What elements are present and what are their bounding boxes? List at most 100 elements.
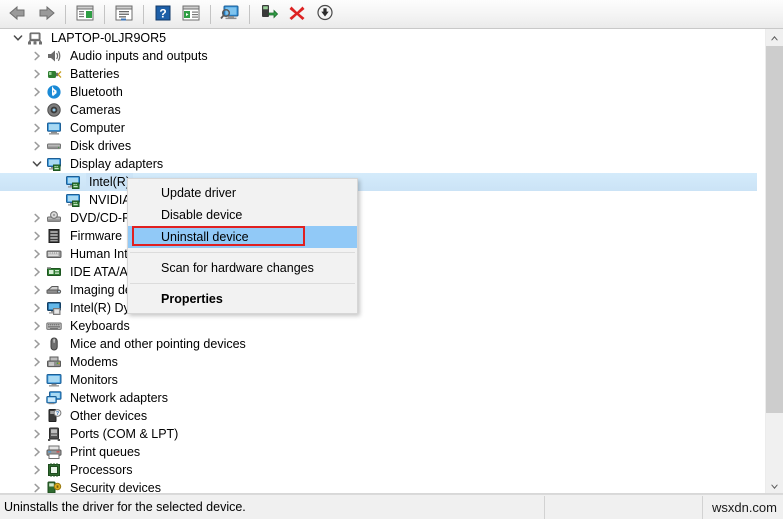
tree-item[interactable]: ? Other devices — [0, 407, 757, 425]
chevron-right-icon[interactable] — [29, 299, 45, 317]
scan-list-button[interactable] — [178, 2, 204, 26]
bluetooth-icon — [45, 83, 63, 101]
chevron-right-icon[interactable] — [29, 119, 45, 137]
tree-item-label: Cameras — [70, 103, 121, 117]
chevron-down-icon[interactable] — [29, 155, 45, 173]
status-bar: Uninstalls the driver for the selected d… — [0, 494, 783, 519]
chevron-right-icon[interactable] — [29, 263, 45, 281]
chevron-right-icon[interactable] — [29, 101, 45, 119]
back-arrow-icon — [8, 5, 28, 24]
chevron-down-icon — [770, 479, 779, 493]
menu-item-scan-for-hardware-changes[interactable]: Scan for hardware changes — [128, 257, 357, 279]
chevron-right-icon[interactable] — [29, 137, 45, 155]
tree-item[interactable]: Firmware — [0, 227, 757, 245]
menu-separator — [130, 252, 355, 253]
tree-item[interactable]: NVIDIA — [0, 191, 757, 209]
chevron-right-icon[interactable] — [29, 227, 45, 245]
console-tree-icon — [76, 5, 94, 24]
tree-item[interactable]: Audio inputs and outputs — [0, 47, 757, 65]
keyboard-icon — [45, 317, 63, 335]
tree-item[interactable]: Network adapters — [0, 389, 757, 407]
tree-item[interactable]: Keyboards — [0, 317, 757, 335]
chevron-right-icon[interactable] — [29, 317, 45, 335]
tree-item[interactable]: Batteries — [0, 65, 757, 83]
scroll-down-button[interactable] — [766, 477, 783, 494]
scroll-up-button[interactable] — [766, 29, 783, 46]
status-message: Uninstalls the driver for the selected d… — [4, 500, 246, 514]
chevron-right-icon[interactable] — [29, 47, 45, 65]
properties-button[interactable] — [111, 2, 137, 26]
tree-item-label: Bluetooth — [70, 85, 123, 99]
show-hide-console-tree-button[interactable] — [72, 2, 98, 26]
tree-item[interactable]: Ports (COM & LPT) — [0, 425, 757, 443]
tree-item[interactable]: Display adapters — [0, 155, 757, 173]
chevron-right-icon[interactable] — [29, 353, 45, 371]
tree-item[interactable]: Cameras — [0, 101, 757, 119]
tree-item[interactable]: Modems — [0, 353, 757, 371]
tree-item-label: LAPTOP-0LJR9OR5 — [51, 31, 167, 45]
display-adapter-icon — [45, 155, 63, 173]
tree-item[interactable]: IDE ATA/AT — [0, 263, 757, 281]
tree-item[interactable]: Print queues — [0, 443, 757, 461]
chevron-right-icon[interactable] — [29, 245, 45, 263]
tree-item-selected[interactable]: Intel(R) — [0, 173, 757, 191]
tree-item[interactable]: Imaging de — [0, 281, 757, 299]
tree-item[interactable]: DVD/CD-R — [0, 209, 757, 227]
tree-item[interactable]: Processors — [0, 461, 757, 479]
disable-device-button[interactable] — [312, 2, 338, 26]
monitor-icon — [45, 371, 63, 389]
tree-item[interactable]: Bluetooth — [0, 83, 757, 101]
menu-item-update-driver[interactable]: Update driver — [128, 182, 357, 204]
toolbar: ? — [0, 0, 783, 29]
menu-item-uninstall-device[interactable]: Uninstall device — [128, 226, 357, 248]
tree-item[interactable]: Mice and other pointing devices — [0, 335, 757, 353]
camera-icon — [45, 101, 63, 119]
help-button[interactable]: ? — [150, 2, 176, 26]
context-menu[interactable]: Update driver Disable device Uninstall dev… — [127, 178, 358, 314]
chevron-right-icon[interactable] — [29, 389, 45, 407]
chevron-right-icon[interactable] — [29, 209, 45, 227]
tree-item[interactable]: Disk drives — [0, 137, 757, 155]
tree-item[interactable]: Human Int — [0, 245, 757, 263]
tree-item[interactable]: LAPTOP-0LJR9OR5 — [0, 29, 757, 47]
tree-item-label: Batteries — [70, 67, 120, 81]
chevron-right-icon[interactable] — [29, 425, 45, 443]
chevron-right-icon[interactable] — [29, 65, 45, 83]
uninstall-device-button[interactable] — [284, 2, 310, 26]
tree-item[interactable]: Security devices — [0, 479, 757, 494]
tree-item-label: Ports (COM & LPT) — [70, 427, 179, 441]
tree-item-label: Human Int — [70, 247, 128, 261]
human-interface-icon — [45, 245, 63, 263]
update-driver-icon — [260, 4, 279, 24]
chevron-right-icon[interactable] — [29, 83, 45, 101]
chevron-right-icon[interactable] — [29, 371, 45, 389]
display-adapter-icon — [64, 173, 82, 191]
chevron-down-icon[interactable] — [10, 29, 26, 47]
scan-for-hardware-changes-button[interactable] — [217, 2, 243, 26]
system-device-icon — [45, 299, 63, 317]
chevron-right-icon[interactable] — [29, 281, 45, 299]
tree-item[interactable]: Computer — [0, 119, 757, 137]
menu-item-properties[interactable]: Properties — [128, 288, 357, 310]
tree-item[interactable]: Monitors — [0, 371, 757, 389]
scrollbar-thumb[interactable] — [766, 46, 783, 413]
device-tree-pane[interactable]: LAPTOP-0LJR9OR5 Audio inputs and outputs B… — [0, 29, 783, 494]
menu-item-disable-device[interactable]: Disable device — [128, 204, 357, 226]
chevron-right-icon[interactable] — [29, 443, 45, 461]
tree-item[interactable]: Intel(R) Dynamic Platform and Thermal Fr… — [0, 299, 757, 317]
computer-icon — [45, 119, 63, 137]
computer-node-icon — [26, 29, 44, 47]
mouse-icon — [45, 335, 63, 353]
back-button[interactable] — [5, 2, 31, 26]
chevron-right-icon[interactable] — [29, 335, 45, 353]
vertical-scrollbar[interactable] — [765, 29, 783, 494]
chevron-right-icon[interactable] — [29, 461, 45, 479]
update-driver-button[interactable] — [256, 2, 282, 26]
chevron-right-icon[interactable] — [29, 479, 45, 494]
forward-button[interactable] — [33, 2, 59, 26]
toolbar-separator — [249, 4, 250, 24]
chevron-right-icon[interactable] — [29, 407, 45, 425]
chevron-up-icon — [770, 31, 779, 45]
tree-item-label: Mice and other pointing devices — [70, 337, 246, 351]
